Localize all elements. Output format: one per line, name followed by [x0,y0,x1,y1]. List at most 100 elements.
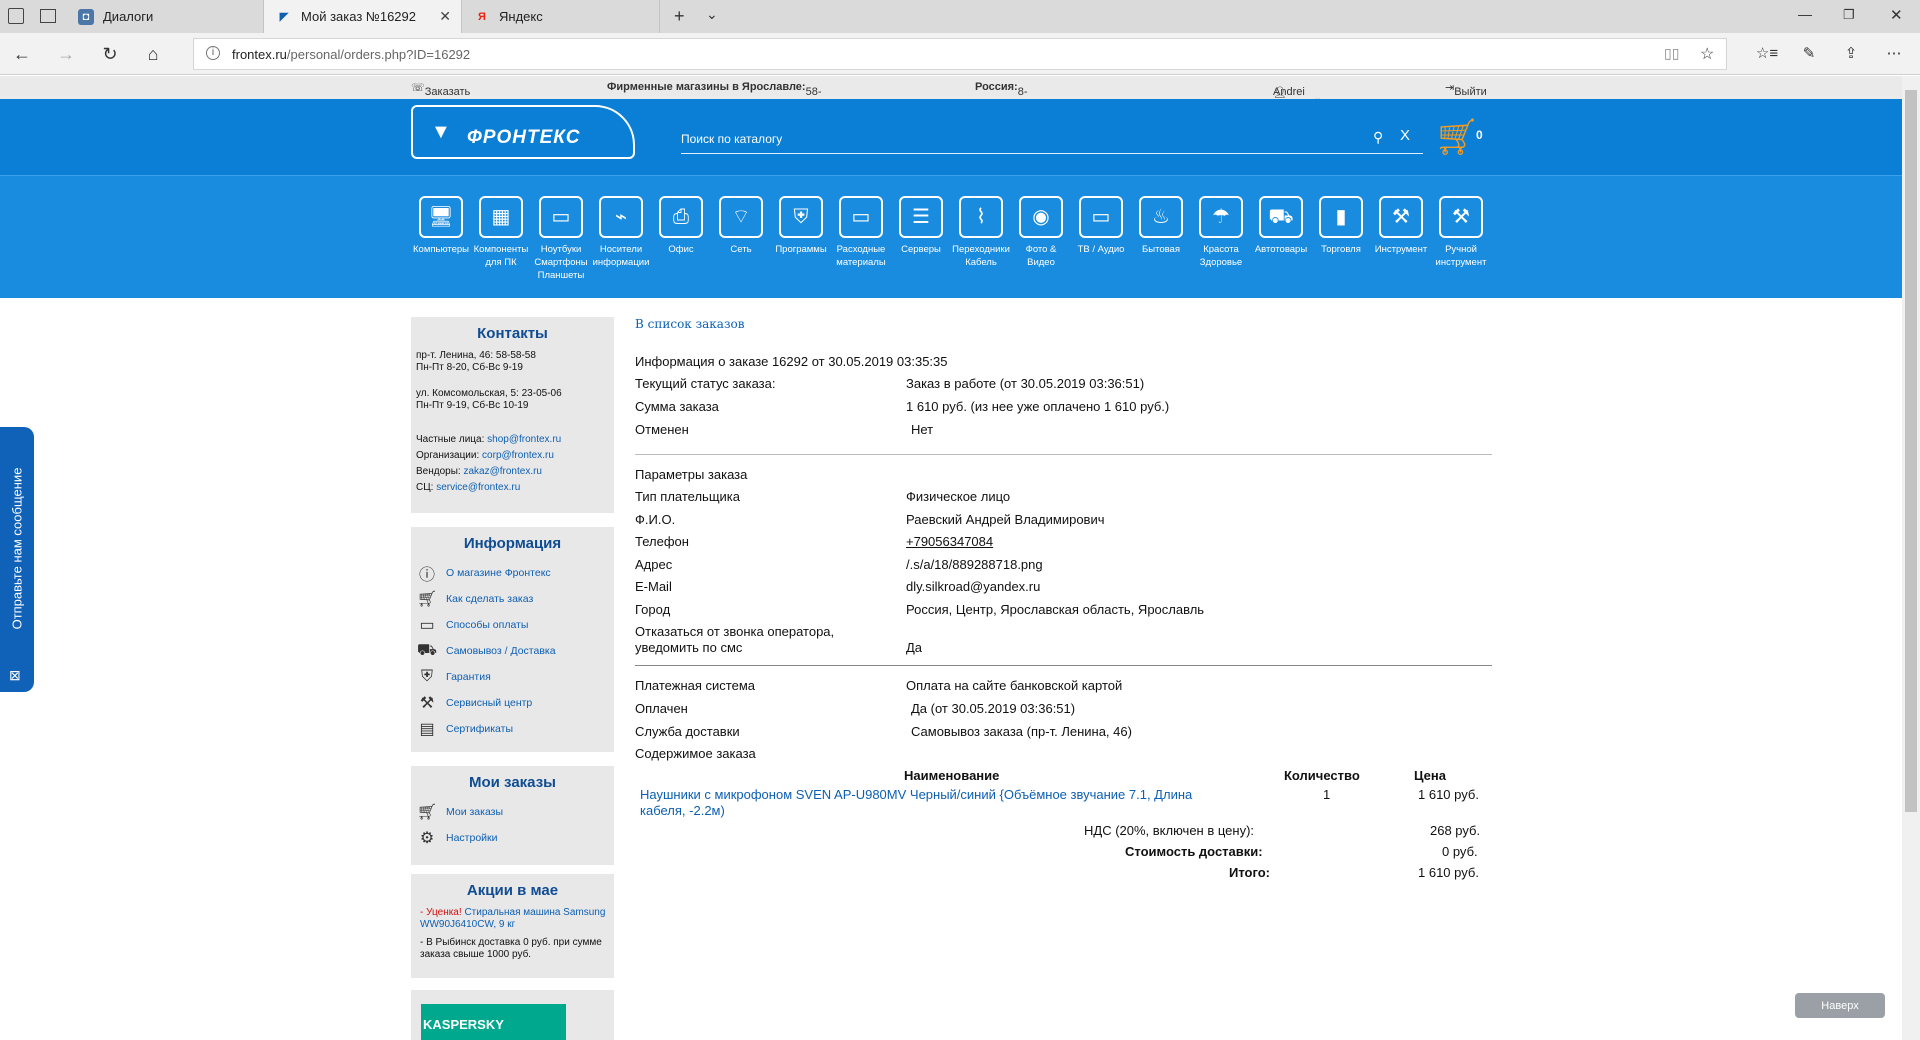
status-label: Текущий статус заказа: [635,376,776,391]
set-aside-tabs-icon[interactable] [40,9,56,23]
tv-icon: ▭ [1079,196,1123,238]
menu-item[interactable]: ⚒ Сервисный центр [416,690,609,716]
refresh-icon[interactable]: ↻ [98,42,122,66]
category-server[interactable]: ☰ Серверы [891,196,951,256]
site-logo[interactable]: ▼ ФРОНТЕКС [411,105,635,159]
email-link[interactable]: shop@frontex.ru [487,434,561,445]
clear-search-button[interactable]: X [1400,127,1410,144]
scroll-to-top-button[interactable]: Наверх [1795,993,1885,1018]
category-cable[interactable]: ⌇ Переходники Кабель [951,196,1011,269]
search-icon[interactable]: ⚲ [1373,129,1383,146]
scrollbar-thumb[interactable] [1905,90,1917,812]
divider [635,454,1492,455]
menu-item-label: Самовывоз / Доставка [446,645,556,657]
email-link[interactable]: zakaz@frontex.ru [463,466,542,477]
category-camera[interactable]: ◉ Фото & Видео [1011,196,1071,269]
status-value: Заказ в работе (от 30.05.2019 03:36:51) [906,376,1145,391]
order-info-title: Информация о заказе 16292 от 30.05.2019 … [635,354,948,369]
my-orders-title: Мои заказы [469,774,556,791]
item-qty: 1 [1323,787,1331,802]
category-drill[interactable]: ⚒ Ручной инструмент [1431,196,1491,269]
email-label: СЦ: [416,482,434,493]
category-router[interactable]: ⌔ Сеть [711,196,771,256]
home-icon[interactable]: ⌂ [141,42,165,66]
tab-yandex[interactable]: Я Яндекс [462,0,660,33]
restore-icon[interactable]: ❐ [1843,7,1855,23]
total-label: Итого: [1229,865,1270,880]
forward-icon[interactable]: → [54,42,78,66]
category-hairdryer[interactable]: ☂ Красота Здоровье [1191,196,1251,269]
category-label: Ручной инструмент [1435,244,1487,268]
menu-item[interactable]: ⚙ Настройки [416,825,609,851]
menu-item[interactable]: ▤ Сертификаты [416,716,609,742]
vk-icon: ◘ [78,8,94,25]
tab-actions-icon[interactable] [8,8,24,24]
menu-item[interactable]: ⛟ Самовывоз / Доставка [416,638,609,664]
new-tab-icon[interactable]: + [674,6,685,27]
category-mixer[interactable]: ♨ Бытовая [1131,196,1191,256]
chevron-down-icon[interactable]: ⌄ [706,6,718,23]
category-label: Компоненты для ПК [473,244,529,268]
search-input[interactable] [681,129,1341,149]
email-label: Вендоры: [416,466,461,477]
favorites-hub-icon[interactable]: ☆≡ [1755,42,1779,66]
reading-view-icon[interactable]: ▯▯ [1664,45,1679,62]
page-scrollbar[interactable] [1902,76,1920,1040]
category-usb[interactable]: ⌁ Носители информации [591,196,651,269]
category-printer[interactable]: ⎙ Офис [651,196,711,256]
shipping-value: 0 руб. [1442,844,1478,859]
category-tv[interactable]: ▭ ТВ / Аудио [1071,196,1131,256]
col-name-header: Наименование [904,768,1000,783]
email-link[interactable]: service@frontex.ru [436,482,520,493]
pen-icon[interactable]: ✎ [1797,42,1821,66]
menu-item-label: Как сделать заказ [446,593,534,605]
kaspersky-banner[interactable]: KASPERSKY [421,1004,566,1040]
category-laptop[interactable]: ▭ Ноутбуки Смартфоны Планшеты [531,196,591,282]
category-car[interactable]: ⛟ Автотовары [1251,196,1311,256]
email-link[interactable]: corp@frontex.ru [482,450,554,461]
usb-icon: ⌁ [599,196,643,238]
category-label: Торговля [1321,244,1361,255]
category-shield[interactable]: ⛨ Программы [771,196,831,256]
tab-my-order[interactable]: ◤ Мой заказ №16292 ✕ [264,0,462,33]
wrench-icon: ⚒ [419,695,435,712]
feedback-tab[interactable]: Отправьте нам сообщение ⊠ [0,427,34,692]
back-to-orders-link[interactable]: В список заказов [635,317,745,331]
component-icon: ▦ [479,196,523,238]
category-tool[interactable]: ⚒ Инструмент [1371,196,1431,256]
share-icon[interactable]: ⇪ [1839,42,1863,66]
paysys-label: Платежная система [635,678,755,693]
minimize-icon[interactable]: — [1798,6,1812,22]
promo-2[interactable]: - В Рыбинск доставка 0 руб. при сумме за… [416,937,609,961]
promo-title: Акции в мае [466,882,559,899]
item-name-link[interactable]: Наушники с микрофоном SVEN AP-U980MV Чер… [640,787,1260,819]
phone-link[interactable]: +79056347084 [906,534,993,549]
col-price-header: Цена [1414,768,1446,783]
back-icon[interactable]: ← [10,42,34,66]
close-tab-icon[interactable]: ✕ [439,8,451,25]
more-icon[interactable]: ⋯ [1882,42,1906,66]
category-computer[interactable]: 🖥︎ Компьютеры [411,196,471,256]
category-scanner[interactable]: ▮ Торговля [1311,196,1371,256]
category-label: Инструмент [1374,244,1428,255]
close-window-icon[interactable]: ✕ [1890,6,1903,24]
url-field[interactable]: i frontex.ru/personal/orders.php?ID=1629… [193,38,1727,70]
menu-item[interactable]: 🛒︎ Как сделать заказ [416,586,609,612]
menu-item-label: Настройки [446,832,498,844]
menu-item[interactable]: ⛨ Гарантия [416,664,609,690]
menu-item[interactable]: 🛒︎ Мои заказы [416,799,609,825]
email-value: dly.silkroad@yandex.ru [906,579,1041,594]
category-label: Красота Здоровье [1199,244,1243,268]
tab-dialogs[interactable]: ◘ Диалоги [66,0,264,33]
favorite-star-icon[interactable]: ☆ [1700,44,1714,64]
menu-item[interactable]: ⓘ О магазине Фронтекс [416,560,609,586]
tool-icon: ⚒ [1379,196,1423,238]
payer-label: Тип плательщика [635,489,740,504]
callback-link[interactable]: ☏ Заказать звонок [411,81,470,110]
category-cartridge[interactable]: ▭ Расходные материалы [831,196,891,269]
cart-icon[interactable]: 🛒︎ 0 [1434,117,1484,161]
logout-link[interactable]: ⇥ Выйти [1445,81,1487,98]
info-icon[interactable]: i [206,46,220,60]
menu-item[interactable]: ▭ Способы оплаты [416,612,609,638]
category-component[interactable]: ▦ Компоненты для ПК [471,196,531,269]
